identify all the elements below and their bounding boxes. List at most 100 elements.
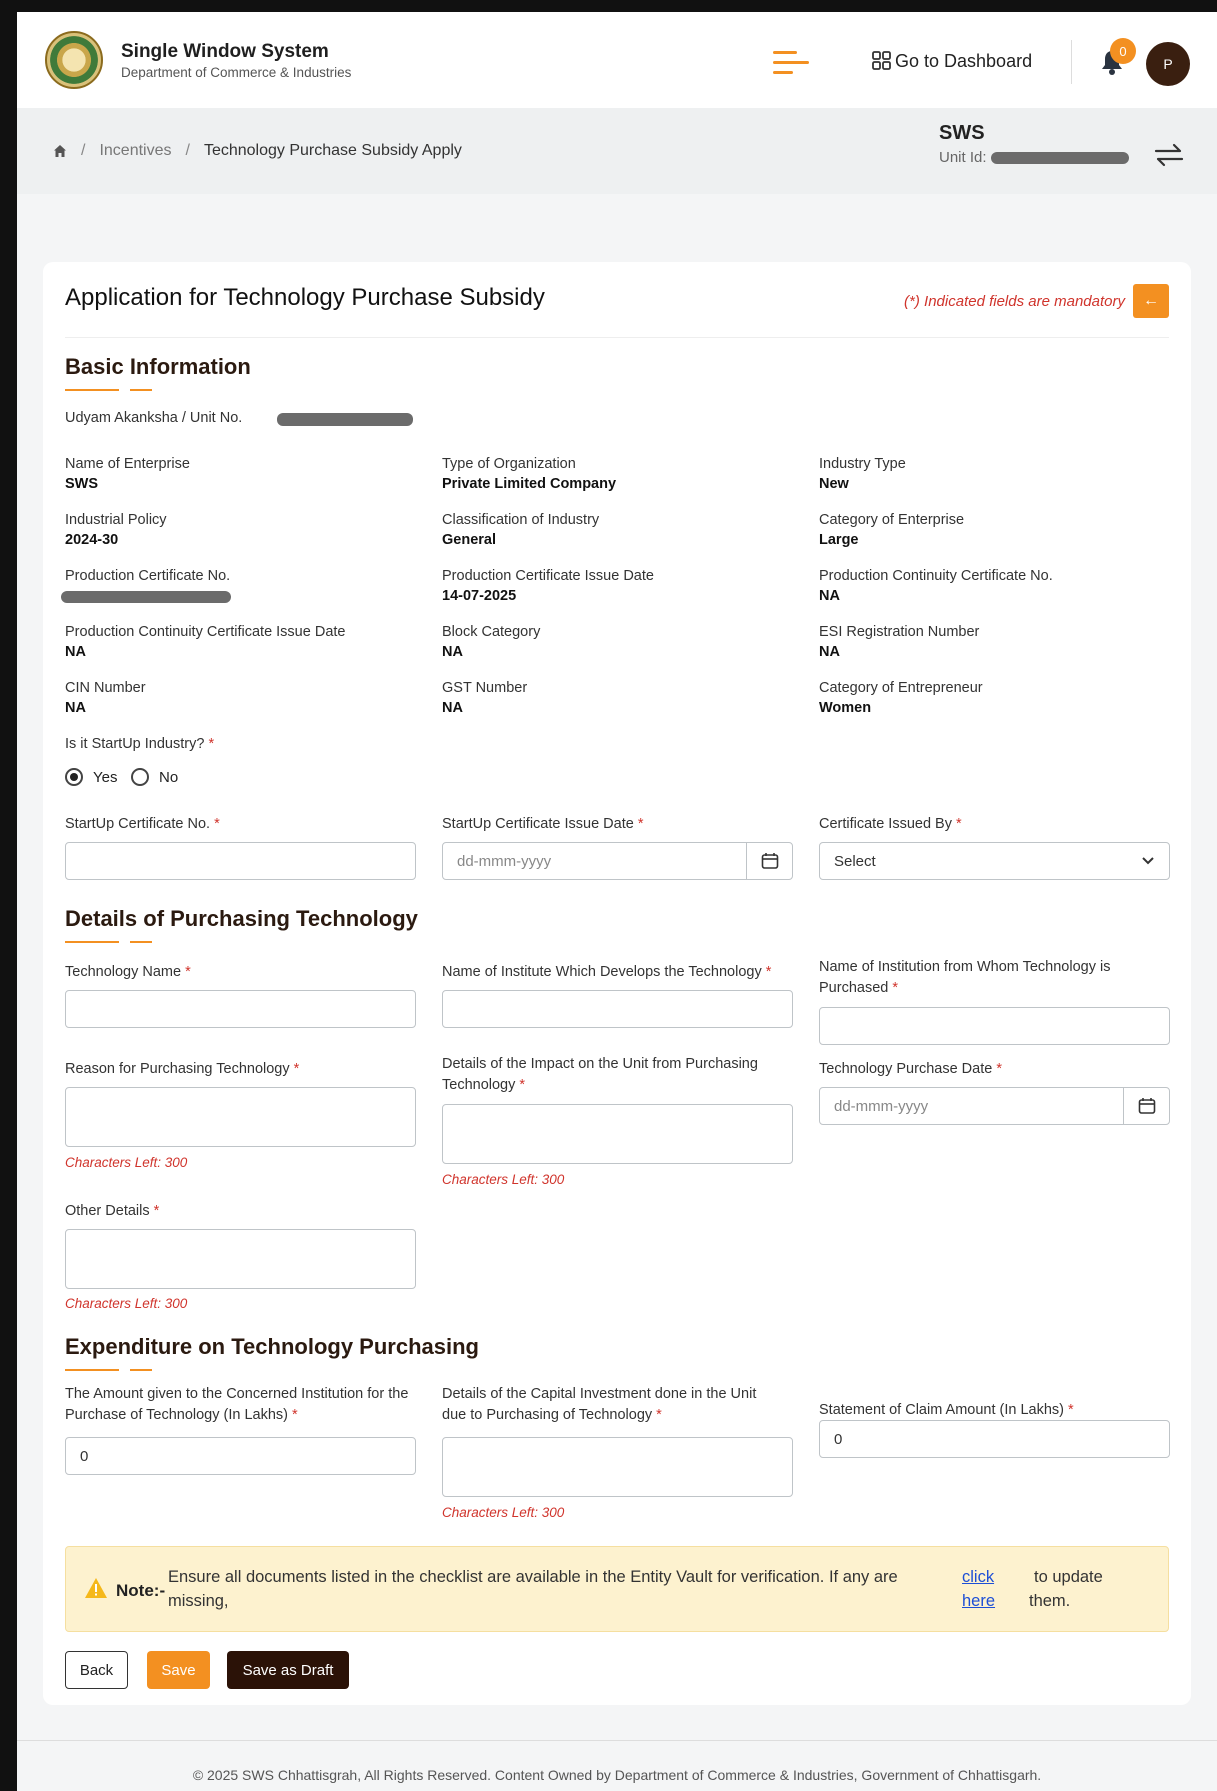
amount-label: The Amount given to the Concerned Instit… xyxy=(65,1384,415,1426)
footer-copyright: © 2025 SWS Chhattisgrah, All Rights Rese… xyxy=(192,1767,1042,1783)
calendar-button[interactable] xyxy=(746,843,792,879)
field-value: Large xyxy=(819,532,859,548)
startup-no-radio[interactable]: No xyxy=(131,768,178,786)
field-label: Production Certificate Issue Date xyxy=(442,568,654,584)
app-root: Single Window System Department of Comme… xyxy=(17,12,1217,1791)
field-label: Industrial Policy xyxy=(65,512,167,528)
required-mark: * xyxy=(208,736,215,752)
required-mark: * xyxy=(153,1203,160,1219)
breadcrumb: / Incentives / Technology Purchase Subsi… xyxy=(53,142,462,160)
field-value: NA xyxy=(819,644,840,660)
certificate-issued-by-label: Certificate Issued By * xyxy=(819,814,962,835)
required-mark: * xyxy=(519,1077,526,1093)
date-placeholder: dd-mmm-yyyy xyxy=(457,852,552,870)
impact-label: Details of the Impact on the Unit from P… xyxy=(442,1054,782,1096)
note-banner: Note:- Ensure all documents listed in th… xyxy=(65,1546,1169,1632)
field-label: Industry Type xyxy=(819,456,906,472)
back-arrow-button[interactable]: ← xyxy=(1133,284,1169,318)
field-value: 2024-30 xyxy=(65,532,119,548)
required-mark: * xyxy=(656,1407,662,1423)
startup-certificate-label-text: StartUp Certificate No. xyxy=(65,816,211,832)
institute-input[interactable] xyxy=(442,990,793,1028)
udyam-label: Udyam Akanksha / Unit No. xyxy=(65,410,243,426)
field-value: Private Limited Company xyxy=(442,476,617,492)
unit-info: SWS Unit Id: xyxy=(939,122,1129,166)
radio-selected-icon xyxy=(65,768,83,786)
capital-investment-label: Details of the Capital Investment done i… xyxy=(442,1384,782,1426)
window-frame-left xyxy=(0,0,17,1791)
section-title-expenditure: Expenditure on Technology Purchasing xyxy=(65,1334,479,1359)
switch-unit-icon[interactable] xyxy=(1154,142,1184,168)
breadcrumb-bar: / Incentives / Technology Purchase Subsi… xyxy=(17,108,1217,194)
impact-label-text: Details of the Impact on the Unit from P… xyxy=(442,1056,758,1093)
field-label: Name of Enterprise xyxy=(65,456,190,472)
startup-certificate-input[interactable] xyxy=(65,842,416,880)
unit-id-label: Unit Id: xyxy=(939,149,987,166)
field-value: NA xyxy=(65,644,86,660)
startup-no-label: No xyxy=(159,768,179,786)
technology-name-input[interactable] xyxy=(65,990,416,1028)
amount-input[interactable]: 0 xyxy=(65,1437,416,1475)
home-icon[interactable] xyxy=(53,144,67,158)
required-mark: * xyxy=(996,1061,1002,1077)
required-mark: * xyxy=(292,1407,298,1423)
calendar-icon xyxy=(761,853,778,869)
go-to-dashboard-link[interactable]: Go to Dashboard xyxy=(871,50,1032,72)
claim-amount-label: Statement of Claim Amount (In Lakhs) * xyxy=(819,1400,1074,1421)
field-value: General xyxy=(442,532,496,548)
claim-amount-label-text: Statement of Claim Amount (In Lakhs) xyxy=(819,1402,1064,1418)
breadcrumb-incentives[interactable]: Incentives xyxy=(99,142,171,160)
unit-id-redacted xyxy=(990,151,1129,164)
note-text-line1: Ensure all documents listed in the check… xyxy=(168,1568,898,1586)
brand: Single Window System Department of Comme… xyxy=(121,41,351,80)
note-tail-line2: them. xyxy=(1029,1592,1071,1610)
technology-name-label: Technology Name * xyxy=(65,962,191,983)
required-mark: * xyxy=(892,980,899,996)
menu-toggle-icon[interactable] xyxy=(773,51,809,81)
other-details-label-text: Other Details xyxy=(65,1203,150,1219)
window-frame-top xyxy=(0,0,1217,12)
other-details-characters-left: Characters Left: 300 xyxy=(65,1296,188,1311)
go-to-dashboard-label: Go to Dashboard xyxy=(895,50,1033,71)
form-title: Application for Technology Purchase Subs… xyxy=(65,284,545,311)
production-certificate-redacted xyxy=(61,591,231,603)
institute-label-text: Name of Institute Which Develops the Tec… xyxy=(442,964,762,980)
certificate-issued-by-value: Select xyxy=(834,852,876,870)
other-details-textarea[interactable] xyxy=(65,1229,416,1289)
calendar-button[interactable] xyxy=(1123,1088,1169,1124)
footer-divider xyxy=(17,1740,1217,1741)
udyam-number-redacted xyxy=(277,413,413,426)
grid-icon xyxy=(872,51,891,70)
section-title-basic-information: Basic Information xyxy=(65,354,251,379)
capital-investment-textarea[interactable] xyxy=(442,1437,793,1497)
institution-label: Name of Institution from Whom Technology… xyxy=(819,957,1159,999)
breadcrumb-separator: / xyxy=(81,142,86,159)
required-mark: * xyxy=(637,816,644,832)
startup-yes-radio[interactable]: Yes xyxy=(65,768,117,786)
save-as-draft-button[interactable]: Save as Draft xyxy=(227,1651,349,1689)
field-value: SWS xyxy=(65,476,99,492)
purchase-date-input[interactable]: dd-mmm-yyyy xyxy=(819,1087,1170,1125)
field-value: NA xyxy=(819,588,840,604)
field-value: NA xyxy=(442,700,463,716)
calendar-icon xyxy=(1138,1098,1155,1114)
required-mark: * xyxy=(185,964,191,980)
reason-textarea[interactable] xyxy=(65,1087,416,1147)
unit-name: SWS xyxy=(939,122,985,144)
mandatory-note: (*) Indicated fields are mandatory xyxy=(904,293,1125,310)
field-value: NA xyxy=(65,700,86,716)
click-here-link[interactable]: click xyxy=(962,1565,994,1589)
startup-issue-date-input[interactable]: dd-mmm-yyyy xyxy=(442,842,793,880)
click-here-link-line2[interactable]: here xyxy=(962,1589,995,1613)
save-button[interactable]: Save xyxy=(147,1651,210,1689)
institution-input[interactable] xyxy=(819,1007,1170,1045)
note-label: Note:- xyxy=(116,1581,166,1600)
certificate-issued-by-select[interactable]: Select xyxy=(819,842,1170,880)
back-button[interactable]: Back xyxy=(65,1651,128,1689)
impact-textarea[interactable] xyxy=(442,1104,793,1164)
user-avatar[interactable]: P xyxy=(1146,42,1190,86)
startup-issue-date-label-text: StartUp Certificate Issue Date xyxy=(442,816,634,832)
required-mark: * xyxy=(214,816,220,832)
note-text-line2: missing, xyxy=(168,1592,229,1610)
claim-amount-input[interactable]: 0 xyxy=(819,1420,1170,1458)
